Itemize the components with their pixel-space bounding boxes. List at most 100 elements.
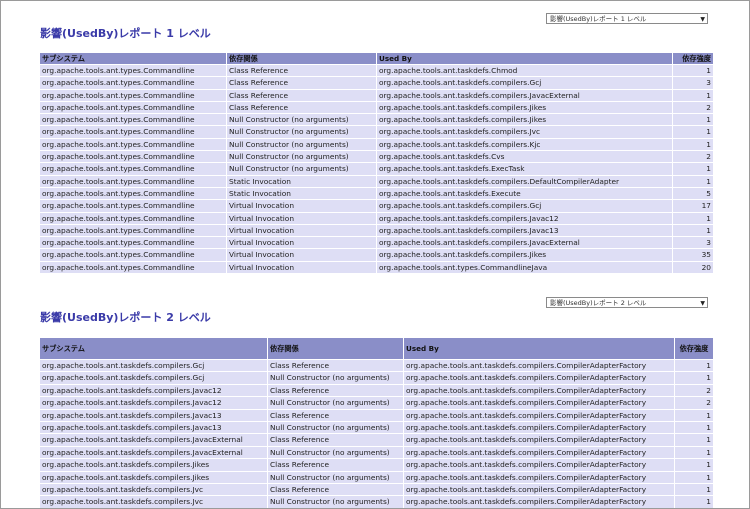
cell-used-by: org.apache.tools.ant.taskdefs.compilers.… (377, 212, 672, 224)
column-header-subsystem[interactable]: サブシステム (40, 53, 226, 64)
cell-used-by: org.apache.tools.ant.taskdefs.compilers.… (404, 434, 674, 446)
table-row: org.apache.tools.ant.taskdefs.compilers.… (40, 459, 713, 471)
column-header-subsystem[interactable]: サブシステム (40, 338, 267, 359)
cell-subsystem: org.apache.tools.ant.taskdefs.compilers.… (40, 434, 267, 446)
cell-used-by: org.apache.tools.ant.taskdefs.compilers.… (404, 409, 674, 422)
cell-dependency: Null Constructor (no arguments) (227, 151, 376, 163)
cell-used-by: org.apache.tools.ant.taskdefs.compilers.… (404, 422, 674, 434)
cell-dependency: Class Reference (268, 360, 403, 372)
table-row: org.apache.tools.ant.types.Commandline Vi… (40, 224, 713, 237)
cell-dependency: Class Reference (268, 484, 403, 496)
cell-subsystem: org.apache.tools.ant.types.Commandline (40, 138, 226, 151)
cell-dependency: Class Reference (227, 65, 376, 77)
cell-dependency: Virtual Invocation (227, 212, 376, 224)
usedby-table-level1: サブシステム 依存関係 Used By 依存強度 org.apache.tool… (39, 52, 714, 275)
table-row: org.apache.tools.ant.taskdefs.compilers.… (40, 372, 713, 384)
cell-used-by: org.apache.tools.ant.taskdefs.compilers.… (404, 360, 674, 372)
cell-subsystem: org.apache.tools.ant.types.Commandline (40, 224, 226, 237)
cell-used-by: org.apache.tools.ant.taskdefs.compilers.… (404, 471, 674, 484)
report-select-level1[interactable]: 影響(UsedBy)レポート 1 レベル ▼ (546, 13, 708, 24)
cell-strength: 1 (673, 212, 713, 224)
cell-used-by: org.apache.tools.ant.taskdefs.compilers.… (377, 77, 672, 89)
cell-subsystem: org.apache.tools.ant.types.Commandline (40, 114, 226, 126)
report-select-level1-value: 影響(UsedBy)レポート 1 レベル (550, 15, 647, 23)
usedby-table-level2: サブシステム 依存関係 Used By 依存強度 org.apache.tool… (39, 337, 714, 508)
cell-subsystem: org.apache.tools.ant.types.Commandline (40, 200, 226, 212)
cell-used-by: org.apache.tools.ant.taskdefs.compilers.… (377, 224, 672, 237)
cell-subsystem: org.apache.tools.ant.types.Commandline (40, 126, 226, 138)
cell-used-by: org.apache.tools.ant.taskdefs.compilers.… (404, 446, 674, 459)
cell-strength: 1 (673, 138, 713, 151)
report-select-level2[interactable]: 影響(UsedBy)レポート 2 レベル ▼ (546, 297, 708, 308)
cell-dependency: Virtual Invocation (227, 261, 376, 274)
cell-used-by: org.apache.tools.ant.taskdefs.compilers.… (377, 126, 672, 138)
cell-strength: 1 (673, 65, 713, 77)
cell-subsystem: org.apache.tools.ant.types.Commandline (40, 151, 226, 163)
table-row: org.apache.tools.ant.taskdefs.compilers.… (40, 484, 713, 496)
cell-dependency: Class Reference (268, 409, 403, 422)
cell-used-by: org.apache.tools.ant.taskdefs.compilers.… (404, 384, 674, 397)
cell-used-by: org.apache.tools.ant.taskdefs.compilers.… (404, 459, 674, 471)
cell-used-by: org.apache.tools.ant.taskdefs.compilers.… (377, 200, 672, 212)
cell-subsystem: org.apache.tools.ant.types.Commandline (40, 65, 226, 77)
table-row: org.apache.tools.ant.types.Commandline Nu… (40, 163, 713, 175)
table-row: org.apache.tools.ant.taskdefs.compilers.… (40, 496, 713, 508)
cell-dependency: Class Reference (227, 101, 376, 114)
cell-strength: 1 (673, 89, 713, 101)
column-header-used-by[interactable]: Used By (377, 53, 672, 64)
cell-subsystem: org.apache.tools.ant.taskdefs.compilers.… (40, 384, 267, 397)
cell-used-by: org.apache.tools.ant.taskdefs.compilers.… (377, 249, 672, 261)
chevron-down-icon: ▼ (700, 16, 705, 23)
cell-strength: 1 (675, 496, 713, 508)
cell-subsystem: org.apache.tools.ant.taskdefs.compilers.… (40, 360, 267, 372)
cell-used-by: org.apache.tools.ant.taskdefs.Execute (377, 187, 672, 200)
cell-used-by: org.apache.tools.ant.taskdefs.compilers.… (377, 138, 672, 151)
cell-subsystem: org.apache.tools.ant.types.Commandline (40, 249, 226, 261)
cell-strength: 1 (675, 372, 713, 384)
column-header-strength[interactable]: 依存強度 (673, 53, 713, 64)
cell-strength: 1 (673, 224, 713, 237)
cell-subsystem: org.apache.tools.ant.types.Commandline (40, 163, 226, 175)
cell-used-by: org.apache.tools.ant.taskdefs.compilers.… (404, 496, 674, 508)
cell-strength: 3 (673, 77, 713, 89)
cell-subsystem: org.apache.tools.ant.taskdefs.compilers.… (40, 422, 267, 434)
cell-subsystem: org.apache.tools.ant.taskdefs.compilers.… (40, 471, 267, 484)
section-title-level2: 影響(UsedBy)レポート 2 レベル (40, 311, 211, 324)
cell-strength: 35 (673, 249, 713, 261)
cell-dependency: Class Reference (268, 384, 403, 397)
cell-strength: 1 (675, 459, 713, 471)
cell-dependency: Null Constructor (no arguments) (268, 422, 403, 434)
column-header-dependency[interactable]: 依存関係 (268, 338, 403, 359)
chevron-down-icon: ▼ (700, 300, 705, 307)
report-select-level2-value: 影響(UsedBy)レポート 2 レベル (550, 299, 647, 307)
column-header-dependency[interactable]: 依存関係 (227, 53, 376, 64)
table-row: org.apache.tools.ant.taskdefs.compilers.… (40, 434, 713, 446)
cell-subsystem: org.apache.tools.ant.taskdefs.compilers.… (40, 446, 267, 459)
table-row: org.apache.tools.ant.types.Commandline Vi… (40, 249, 713, 261)
cell-dependency: Null Constructor (no arguments) (268, 397, 403, 409)
cell-used-by: org.apache.tools.ant.taskdefs.compilers.… (404, 397, 674, 409)
table-row: org.apache.tools.ant.types.Commandline Cl… (40, 101, 713, 114)
table-row: org.apache.tools.ant.types.Commandline Vi… (40, 261, 713, 274)
table-header-row: サブシステム 依存関係 Used By 依存強度 (40, 338, 713, 359)
cell-dependency: Null Constructor (no arguments) (227, 138, 376, 151)
cell-used-by: org.apache.tools.ant.taskdefs.compilers.… (377, 114, 672, 126)
cell-dependency: Class Reference (227, 77, 376, 89)
cell-used-by: org.apache.tools.ant.taskdefs.compilers.… (404, 372, 674, 384)
cell-used-by: org.apache.tools.ant.taskdefs.ExecTask (377, 163, 672, 175)
cell-strength: 1 (673, 163, 713, 175)
cell-used-by: org.apache.tools.ant.taskdefs.compilers.… (377, 237, 672, 249)
table-row: org.apache.tools.ant.types.Commandline Vi… (40, 200, 713, 212)
cell-subsystem: org.apache.tools.ant.taskdefs.compilers.… (40, 484, 267, 496)
cell-subsystem: org.apache.tools.ant.taskdefs.compilers.… (40, 459, 267, 471)
cell-strength: 1 (675, 471, 713, 484)
cell-subsystem: org.apache.tools.ant.taskdefs.compilers.… (40, 496, 267, 508)
cell-dependency: Virtual Invocation (227, 237, 376, 249)
column-header-strength[interactable]: 依存強度 (675, 338, 713, 359)
cell-strength: 17 (673, 200, 713, 212)
table-row: org.apache.tools.ant.types.Commandline Cl… (40, 77, 713, 89)
column-header-used-by[interactable]: Used By (404, 338, 674, 359)
cell-strength: 1 (675, 360, 713, 372)
cell-subsystem: org.apache.tools.ant.types.Commandline (40, 101, 226, 114)
cell-strength: 1 (675, 434, 713, 446)
